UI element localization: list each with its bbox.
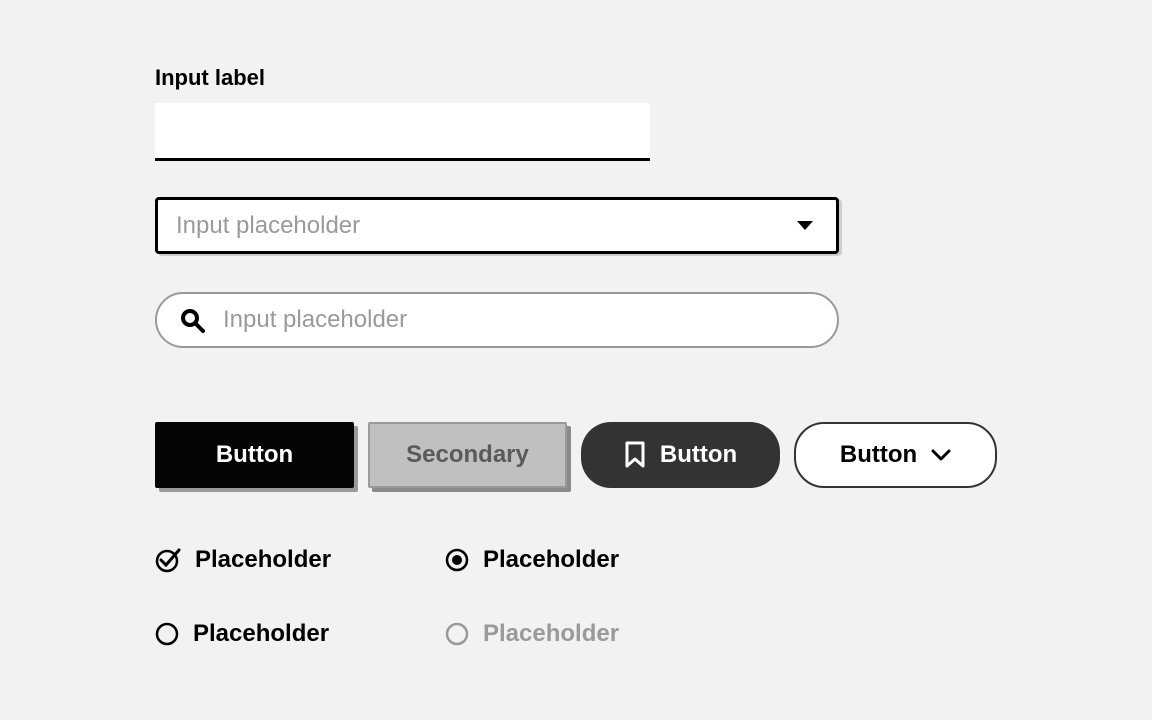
text-input-label: Input label [155,65,997,91]
text-input[interactable] [155,103,650,161]
radio-selected-icon [445,548,469,572]
select-placeholder: Input placeholder [176,212,360,240]
radio-selected-label: Placeholder [483,546,619,574]
icon-button[interactable]: Button [581,422,780,488]
primary-button-label: Button [216,441,293,469]
chevron-down-icon [931,449,951,461]
radio-disabled-icon [445,622,469,646]
bookmark-icon [624,441,646,469]
icon-button-label: Button [660,441,737,469]
dropdown-button-label: Button [840,441,917,469]
search-icon [179,307,205,333]
checkbox-checked[interactable]: Placeholder [155,546,445,574]
radio-unselected-icon [155,622,179,646]
radio-disabled-label: Placeholder [483,620,619,648]
secondary-button-label: Secondary [406,441,529,469]
radio-selected[interactable]: Placeholder [445,546,735,574]
checkbox-checked-label: Placeholder [195,546,331,574]
search-placeholder: Input placeholder [223,306,407,334]
search-input[interactable]: Input placeholder [155,292,839,348]
checkbox-checked-icon [155,547,181,573]
dropdown-button[interactable]: Button [794,422,997,488]
primary-button[interactable]: Button [155,422,354,488]
radio-disabled: Placeholder [445,620,735,648]
secondary-button[interactable]: Secondary [368,422,567,488]
caret-down-icon [796,220,814,232]
radio-unselected[interactable]: Placeholder [155,620,445,648]
select-input[interactable]: Input placeholder [155,197,839,254]
radio-unselected-label: Placeholder [193,620,329,648]
